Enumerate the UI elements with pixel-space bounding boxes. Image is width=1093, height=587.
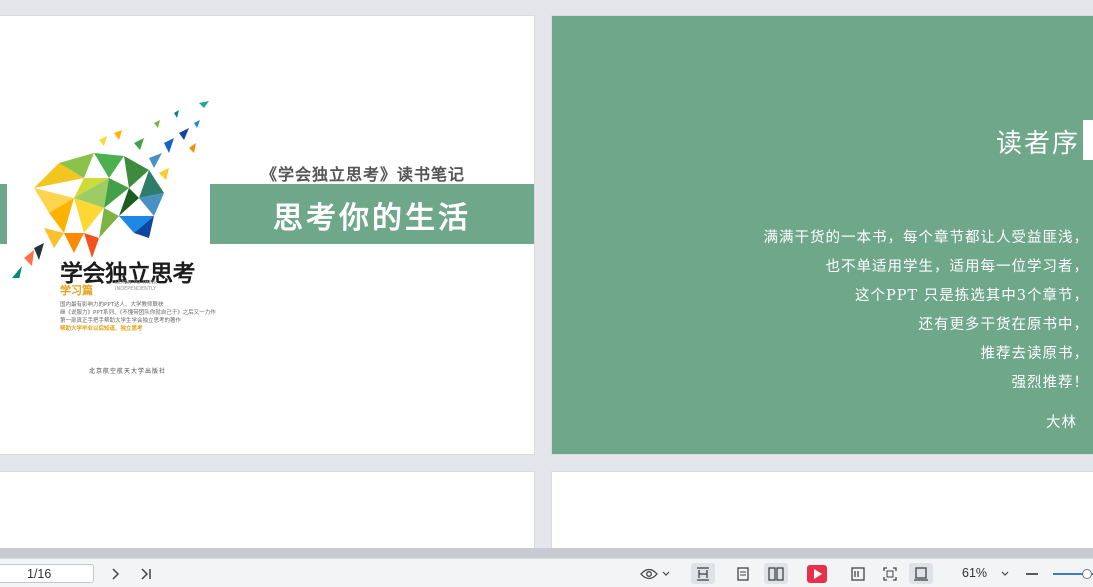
book-cover-line-2: 继《说服力》PPT系列、《不懂带团队你就自己干》之后又一力作: [60, 310, 216, 316]
fit-page-button[interactable]: [909, 563, 933, 584]
slide-3[interactable]: [0, 472, 534, 548]
fit-height-button[interactable]: [691, 563, 715, 584]
eye-icon: [640, 568, 658, 579]
preface-line: 也不单适用学生，适用每一位学习者，: [825, 259, 1089, 275]
dual-page-icon: [768, 566, 784, 581]
next-page-button[interactable]: [106, 563, 124, 584]
preface-text: 满满干货的一本书，每个章节都让人受益匪浅， 也不单适用学生，适用每一位学习者， …: [764, 224, 1090, 398]
horizontal-scrollbar[interactable]: [0, 548, 1093, 558]
zoom-dropdown-button[interactable]: [998, 563, 1012, 584]
book-cover-brain-graphic: [12, 101, 209, 278]
play-icon: [807, 564, 827, 583]
preface-author: 大林: [1046, 415, 1077, 431]
single-page-icon: [737, 566, 749, 581]
zoom-level[interactable]: 61%: [962, 566, 987, 580]
preface-line: 还有更多干货在原书中，: [918, 317, 1089, 333]
fit-page-icon: [914, 566, 928, 581]
slide-title: 思考你的生活: [273, 201, 471, 236]
chevron-down-icon: [662, 571, 670, 576]
zoom-out-button[interactable]: [1022, 563, 1042, 584]
book-cover-publisher: 北京航空航天大学出版社: [89, 368, 167, 375]
page-indicator-field[interactable]: 1/16: [0, 564, 94, 583]
view-mode-button[interactable]: [638, 563, 672, 584]
preface-line: 强烈推荐！: [1011, 375, 1089, 391]
next-page-icon: [112, 567, 120, 580]
zoom-slider-handle[interactable]: [1082, 569, 1092, 579]
status-bar: 1/16 61%: [0, 558, 1093, 587]
preface-line: 推荐去读原书，: [980, 346, 1089, 362]
book-cover-subtitle: 学习篇: [60, 284, 93, 297]
left-accent-bar: [0, 184, 7, 244]
slide-2[interactable]: 读者序 满满干货的一本书，每个章节都让人受益匪浅， 也不单适用学生，适用每一位学…: [552, 16, 1093, 454]
page-indicator: 1/16: [27, 567, 52, 581]
fit-height-icon: [697, 566, 709, 581]
note-icon: [851, 566, 865, 581]
single-page-button[interactable]: [732, 563, 754, 584]
title-banner: 思考你的生活: [210, 184, 534, 244]
slide-2-title: 读者序: [995, 129, 1080, 159]
preface-line: 满满干货的一本书，每个章节都让人受益匪浅，: [763, 230, 1089, 246]
last-page-icon: [141, 567, 151, 580]
play-slideshow-button[interactable]: [806, 563, 828, 584]
book-cover-line-4: 帮助大学毕业以后知道、独立思考: [60, 326, 143, 332]
fullscreen-icon: [883, 566, 897, 581]
book-cover-line-1: 国内最有影响力的PPT达人、大学教师联袂: [60, 302, 164, 308]
preface-line: 这个PPT 只是拣选其中3个章节，: [854, 288, 1089, 304]
book-cover-line-3: 第一部真正手把手帮助大学生学会独立思考的著作: [60, 318, 182, 324]
title-accent-mark: [1083, 120, 1093, 160]
slide-4[interactable]: [552, 472, 1093, 548]
last-page-button[interactable]: [137, 563, 155, 584]
zoom-out-icon: [1026, 572, 1038, 575]
notes-button[interactable]: [847, 563, 869, 584]
slides-canvas[interactable]: 《学会独立思考》读书笔记 思考你的生活 学会独立思考 学习篇 LEARN TO …: [0, 0, 1093, 548]
dual-page-button[interactable]: [764, 563, 788, 584]
chevron-down-icon: [1001, 571, 1009, 576]
book-cover-english-title: LEARN TO THINK INDEPENDENTLY: [115, 280, 158, 292]
slide-1[interactable]: 《学会独立思考》读书笔记 思考你的生活 学会独立思考 学习篇 LEARN TO …: [0, 16, 534, 454]
fullscreen-button[interactable]: [879, 563, 901, 584]
slide-subtitle: 《学会独立思考》读书笔记: [260, 165, 465, 184]
